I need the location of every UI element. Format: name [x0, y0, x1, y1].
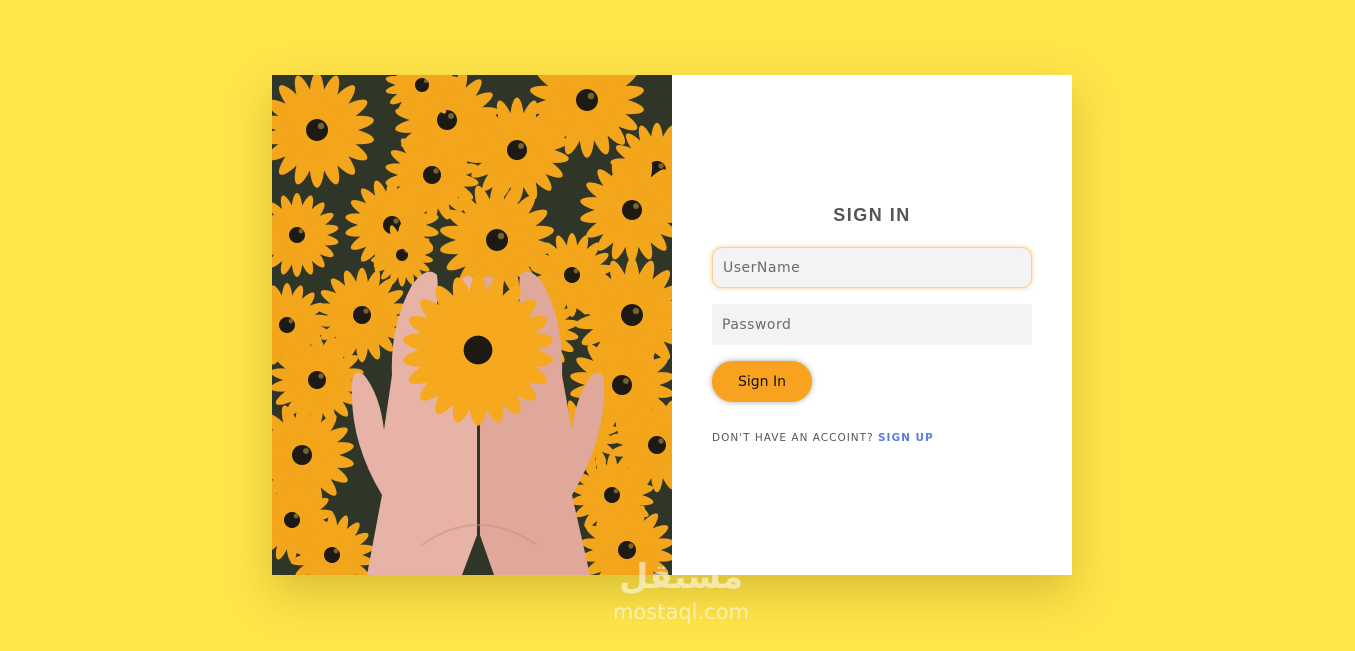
password-input[interactable] — [712, 304, 1032, 345]
signup-prompt: DON'T HAVE AN ACCOINT? SIGN UP — [712, 432, 934, 444]
watermark-arabic: مستقل — [618, 557, 744, 597]
signup-link[interactable]: SIGN UP — [878, 432, 934, 444]
signin-panel: SIGN IN Sign In DON'T HAVE AN ACCOINT? S… — [672, 75, 1072, 575]
mostaql-watermark: مستقل mostaql.com — [596, 555, 766, 625]
signin-button[interactable]: Sign In — [712, 361, 812, 402]
signin-title: SIGN IN — [833, 205, 911, 225]
sunflower-hands-photo — [272, 75, 672, 575]
login-card: SIGN IN Sign In DON'T HAVE AN ACCOINT? S… — [272, 75, 1072, 575]
flower-image — [272, 75, 672, 575]
watermark-latin: mostaql.com — [612, 600, 750, 624]
username-input[interactable] — [712, 247, 1032, 288]
signup-prompt-text: DON'T HAVE AN ACCOINT? — [712, 432, 874, 444]
